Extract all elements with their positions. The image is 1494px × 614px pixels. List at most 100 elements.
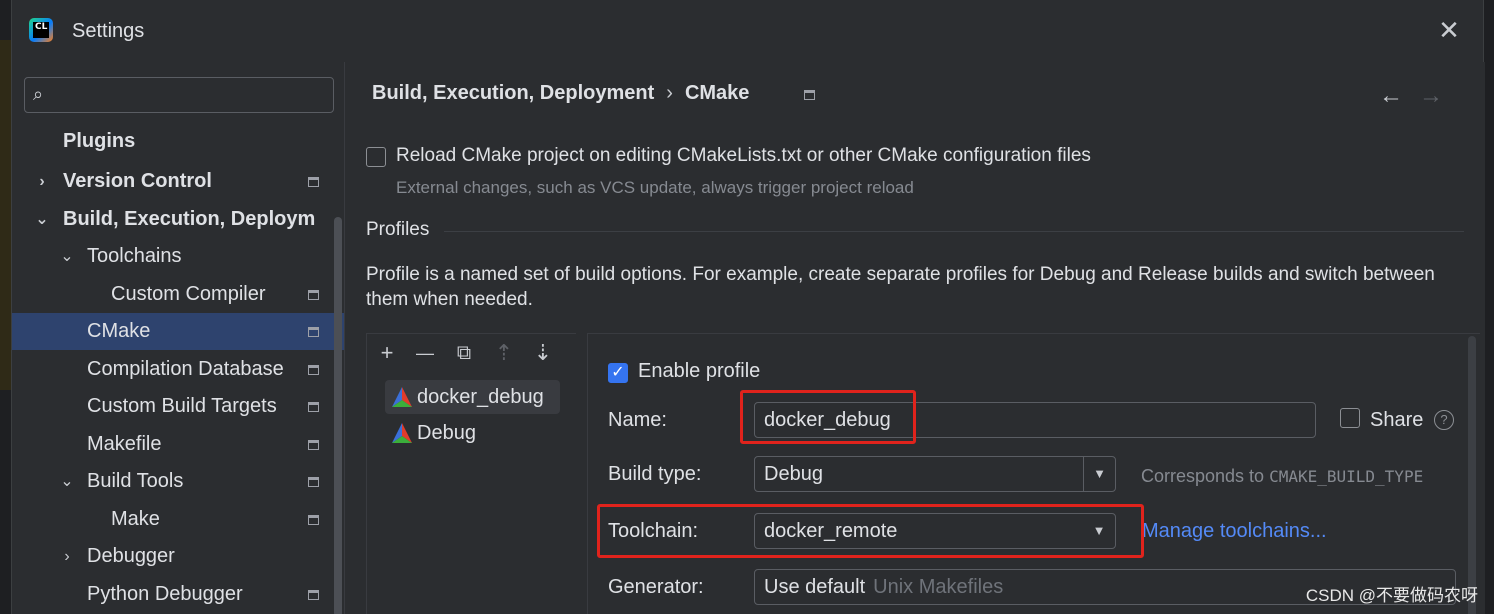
sidebar-item-label: CMake bbox=[87, 320, 151, 342]
breadcrumb: Build, Execution, Deployment › CMake bbox=[372, 82, 749, 105]
project-level-icon bbox=[308, 327, 319, 337]
add-icon[interactable]: + bbox=[375, 342, 399, 366]
reload-cmake-label[interactable]: Reload CMake project on editing CMakeLis… bbox=[396, 145, 1091, 167]
breadcrumb-parent[interactable]: Build, Execution, Deployment bbox=[372, 82, 654, 104]
sidebar-item-plugins[interactable]: Plugins bbox=[12, 123, 344, 160]
remove-icon[interactable]: — bbox=[413, 342, 437, 366]
profiles-list: + — ⧉ ⇡ ⇣ docker_debug Debug bbox=[366, 333, 576, 614]
settings-content: Build, Execution, Deployment › CMake ← → R… bbox=[346, 62, 1485, 614]
project-level-icon bbox=[308, 515, 319, 525]
profile-name: Debug bbox=[417, 422, 476, 444]
section-divider bbox=[444, 231, 1464, 232]
logo-text: CL bbox=[33, 22, 49, 38]
sidebar-item-label: Compilation Database bbox=[87, 358, 284, 380]
move-down-icon[interactable]: ⇣ bbox=[531, 342, 555, 366]
project-level-icon bbox=[308, 365, 319, 375]
settings-dialog: CL Settings ✕ ⌕ Plugins › Version Contro… bbox=[11, 0, 1485, 614]
sidebar-item-build-execution-deployment[interactable]: ⌄ Build, Execution, Deploym bbox=[12, 201, 344, 238]
chevron-down-icon[interactable]: ⌄ bbox=[60, 463, 74, 500]
sidebar-item-version-control[interactable]: › Version Control bbox=[12, 163, 344, 200]
cmake-build-type-code: CMAKE_BUILD_TYPE bbox=[1269, 467, 1424, 486]
project-level-icon bbox=[308, 177, 319, 187]
chevron-right-icon[interactable]: › bbox=[60, 538, 74, 575]
sidebar-item-make[interactable]: Make bbox=[12, 501, 344, 538]
detail-scrollbar[interactable] bbox=[1468, 336, 1476, 614]
profile-name: docker_debug bbox=[417, 386, 544, 408]
sidebar-item-custom-build-targets[interactable]: Custom Build Targets bbox=[12, 388, 344, 425]
project-level-icon bbox=[308, 402, 319, 412]
project-level-icon bbox=[308, 290, 319, 300]
settings-search-field[interactable]: ⌕ bbox=[24, 77, 334, 113]
sidebar-item-build-tools[interactable]: ⌄ Build Tools bbox=[12, 463, 344, 500]
sidebar-item-compilation-database[interactable]: Compilation Database bbox=[12, 351, 344, 388]
help-icon[interactable]: ? bbox=[1434, 410, 1454, 430]
generator-value: Use default bbox=[764, 576, 866, 598]
chevron-right-icon[interactable]: › bbox=[35, 163, 49, 200]
sidebar-item-label: Custom Build Targets bbox=[87, 395, 277, 417]
sidebar-scrollbar[interactable] bbox=[334, 217, 342, 614]
enable-profile-label[interactable]: Enable profile bbox=[638, 360, 760, 383]
forward-arrow-icon[interactable]: → bbox=[1419, 82, 1443, 110]
project-level-icon bbox=[308, 590, 319, 600]
generator-label: Generator: bbox=[608, 576, 704, 598]
sidebar-item-label: Makefile bbox=[87, 433, 162, 455]
profile-item-debug[interactable]: Debug bbox=[385, 416, 560, 450]
window-title: Settings bbox=[72, 20, 145, 42]
title-bar: CL Settings ✕ bbox=[12, 0, 1483, 62]
sidebar-item-makefile[interactable]: Makefile bbox=[12, 426, 344, 463]
sidebar-item-label: Plugins bbox=[63, 130, 136, 152]
move-up-icon[interactable]: ⇡ bbox=[492, 342, 516, 366]
clion-logo-icon: CL bbox=[29, 18, 53, 42]
close-icon[interactable]: ✕ bbox=[1435, 16, 1463, 44]
build-type-value: Debug bbox=[764, 463, 823, 485]
sidebar-item-debugger[interactable]: › Debugger bbox=[12, 538, 344, 575]
toolchain-label: Toolchain: bbox=[608, 520, 699, 542]
profiles-section-title: Profiles bbox=[366, 219, 430, 240]
build-type-hint-prefix: Corresponds to bbox=[1141, 466, 1270, 486]
generator-placeholder: Unix Makefiles bbox=[873, 576, 1004, 598]
sidebar-item-label: Custom Compiler bbox=[111, 283, 266, 305]
profile-detail-panel: ✓ Enable profile Name: docker_debug Shar… bbox=[587, 333, 1480, 614]
toolchain-combobox[interactable]: docker_remote ▼ bbox=[754, 513, 1116, 549]
dropdown-arrow-icon[interactable]: ▼ bbox=[1083, 457, 1115, 491]
sidebar-item-toolchains[interactable]: ⌄ Toolchains bbox=[12, 238, 344, 275]
watermark: CSDN @不要做码农呀 bbox=[1305, 586, 1478, 605]
search-icon: ⌕ bbox=[33, 84, 44, 104]
sidebar-item-custom-compiler[interactable]: Custom Compiler bbox=[12, 276, 344, 313]
sidebar-item-label: Make bbox=[111, 508, 160, 530]
enable-profile-checkbox[interactable]: ✓ bbox=[608, 363, 628, 383]
profile-item-docker-debug[interactable]: docker_debug bbox=[385, 380, 560, 414]
project-level-icon bbox=[308, 440, 319, 450]
breadcrumb-separator: › bbox=[666, 82, 673, 104]
profiles-description: Profile is a named set of build options.… bbox=[366, 264, 1435, 310]
cmake-icon bbox=[392, 423, 412, 443]
back-arrow-icon[interactable]: ← bbox=[1379, 82, 1403, 110]
build-type-hint: Corresponds to CMAKE_BUILD_TYPE bbox=[1141, 466, 1423, 487]
project-level-icon bbox=[308, 477, 319, 487]
copy-icon[interactable]: ⧉ bbox=[452, 342, 476, 366]
sidebar-item-label: Build Tools bbox=[87, 470, 184, 492]
sidebar-item-label: Version Control bbox=[63, 170, 212, 192]
sidebar-item-python-debugger[interactable]: Python Debugger bbox=[12, 576, 344, 613]
sidebar-item-label: Build, Execution, Deploym bbox=[63, 208, 316, 230]
share-label[interactable]: Share bbox=[1370, 409, 1423, 432]
sidebar-item-label: Debugger bbox=[87, 545, 175, 567]
breadcrumb-current: CMake bbox=[684, 82, 750, 104]
search-input[interactable] bbox=[65, 82, 325, 108]
chevron-down-icon[interactable]: ⌄ bbox=[60, 238, 74, 275]
dropdown-arrow-icon[interactable]: ▼ bbox=[1083, 514, 1115, 548]
manage-toolchains-link[interactable]: Manage toolchains... bbox=[1142, 520, 1327, 543]
share-checkbox[interactable] bbox=[1340, 408, 1360, 428]
profile-name-field[interactable]: docker_debug bbox=[754, 402, 1316, 438]
build-type-label: Build type: bbox=[608, 463, 702, 485]
sidebar-item-label: Python Debugger bbox=[87, 583, 243, 605]
reload-cmake-hint: External changes, such as VCS update, al… bbox=[396, 178, 914, 197]
settings-sidebar: ⌕ Plugins › Version Control ⌄ Build, Exe… bbox=[12, 62, 345, 614]
build-type-combobox[interactable]: Debug ▼ bbox=[754, 456, 1116, 492]
toolchain-value: docker_remote bbox=[764, 520, 898, 542]
chevron-down-icon[interactable]: ⌄ bbox=[35, 201, 49, 238]
reload-cmake-checkbox[interactable] bbox=[366, 147, 386, 167]
sidebar-item-cmake[interactable]: CMake bbox=[12, 313, 344, 350]
name-label: Name: bbox=[608, 409, 667, 431]
cmake-icon bbox=[392, 387, 412, 407]
